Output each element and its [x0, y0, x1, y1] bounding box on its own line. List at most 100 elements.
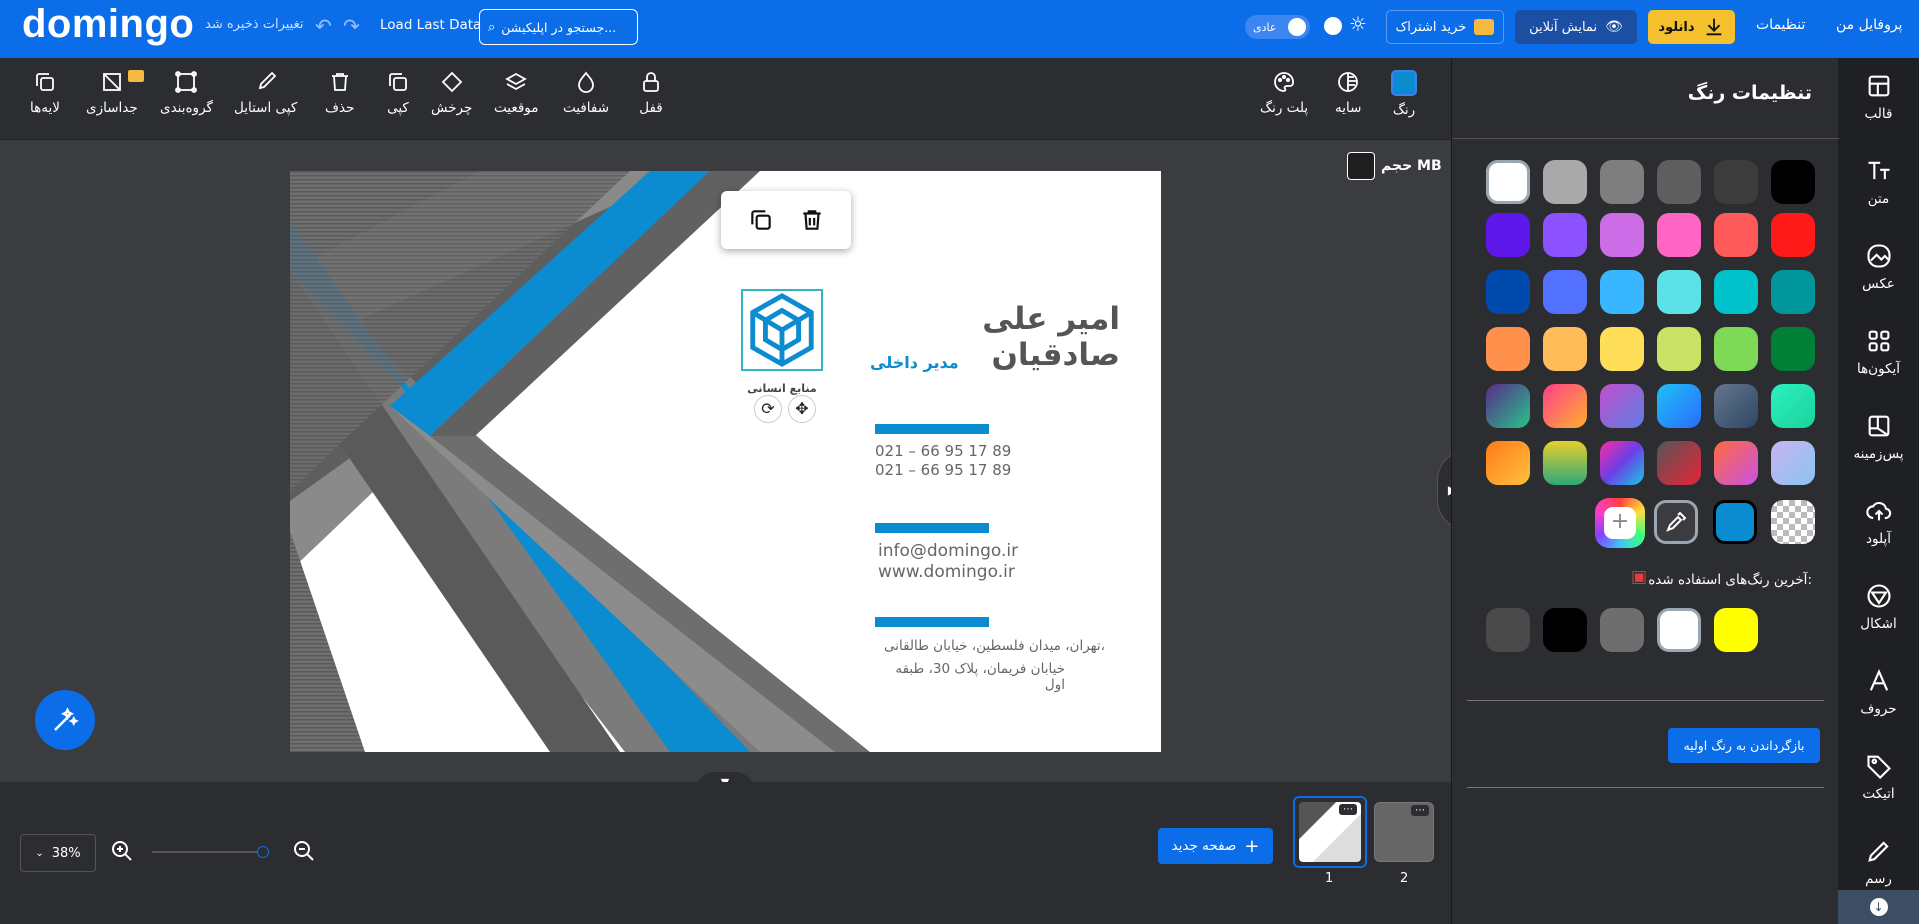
recent-color-swatch[interactable]	[1486, 608, 1530, 652]
duplicate-icon[interactable]	[748, 207, 774, 233]
phone-2[interactable]: 021 – 66 95 17 89	[875, 461, 1011, 479]
color-swatch[interactable]	[1657, 327, 1701, 371]
gradient-swatch[interactable]	[1600, 384, 1644, 428]
color-swatch[interactable]	[1543, 270, 1587, 314]
color-button[interactable]: رنگ	[1391, 70, 1417, 118]
gradient-swatch[interactable]	[1714, 384, 1758, 428]
reset-color-button[interactable]: بازگرداندن به رنگ اولیه	[1668, 728, 1820, 763]
clear-history-icon[interactable]: ▣	[1631, 567, 1647, 587]
color-swatch[interactable]	[1600, 213, 1644, 257]
sidebar-item-template[interactable]: قالب	[1838, 72, 1919, 122]
eyedropper-button[interactable]	[1654, 500, 1698, 544]
color-swatch[interactable]	[1657, 213, 1701, 257]
redo-icon[interactable]: ↷	[343, 14, 360, 38]
thumbnail-1-menu-icon[interactable]: ⋯	[1339, 804, 1357, 815]
gradient-swatch[interactable]	[1714, 441, 1758, 485]
color-swatch[interactable]	[1543, 327, 1587, 371]
new-page-button[interactable]: صفحه جدید +	[1158, 828, 1273, 864]
color-swatch[interactable]	[1600, 270, 1644, 314]
sidebar-item-letters[interactable]: حروف	[1838, 667, 1919, 717]
sidebar-scroll-down-button[interactable]: ↓	[1838, 890, 1919, 924]
color-swatch[interactable]	[1771, 327, 1815, 371]
sidebar-item-text[interactable]: متن	[1838, 157, 1919, 207]
download-button[interactable]: دانلود	[1648, 10, 1735, 44]
magic-wand-button[interactable]	[35, 690, 95, 750]
page-thumbnail-2[interactable]: ⋯	[1374, 802, 1434, 862]
color-swatch[interactable]	[1543, 160, 1587, 204]
thumbnail-2-menu-icon[interactable]: ⋯	[1411, 805, 1429, 816]
group-button[interactable]: گروه‌بندی	[160, 70, 213, 116]
gradient-swatch[interactable]	[1771, 384, 1815, 428]
color-swatch[interactable]	[1714, 213, 1758, 257]
color-swatch[interactable]	[1486, 327, 1530, 371]
page-thumbnail-1[interactable]: ⋯	[1293, 796, 1367, 868]
profile-link[interactable]: پروفایل من	[1836, 17, 1902, 33]
color-swatch[interactable]	[1486, 270, 1530, 314]
color-swatch[interactable]	[1714, 327, 1758, 371]
color-swatch[interactable]	[1600, 160, 1644, 204]
sidebar-item-photo[interactable]: عکس	[1838, 242, 1919, 292]
settings-link[interactable]: تنظیمات	[1756, 17, 1805, 33]
color-swatch[interactable]	[1714, 160, 1758, 204]
online-preview-button[interactable]: نمایش آنلاین 👁	[1515, 10, 1637, 44]
gradient-swatch[interactable]	[1657, 384, 1701, 428]
gradient-swatch[interactable]	[1657, 441, 1701, 485]
recent-color-swatch[interactable]	[1543, 608, 1587, 652]
zoom-slider-thumb[interactable]	[257, 846, 269, 858]
color-swatch[interactable]	[1486, 213, 1530, 257]
gradient-swatch[interactable]	[1543, 384, 1587, 428]
selected-logo[interactable]	[741, 289, 823, 371]
sun-icon[interactable]: ☼	[1349, 12, 1367, 36]
color-swatch[interactable]	[1600, 327, 1644, 371]
undo-icon[interactable]: ↶	[315, 14, 332, 38]
color-swatch[interactable]	[1771, 270, 1815, 314]
lock-button[interactable]: قفل	[639, 70, 663, 116]
color-swatch[interactable]	[1486, 160, 1530, 204]
recent-color-swatch[interactable]	[1714, 608, 1758, 652]
add-custom-color-button[interactable]: +	[1595, 498, 1645, 548]
color-swatch[interactable]	[1771, 160, 1815, 204]
copy-style-button[interactable]: کپی استایل	[234, 70, 297, 116]
business-card-canvas[interactable]: منابع انسانی ⟳ ✥ امیر علی صادقیان مدیر د…	[290, 171, 1161, 752]
card-job-title[interactable]: مدیر داخلی	[870, 353, 959, 372]
sidebar-item-upload[interactable]: آپلود	[1838, 497, 1919, 547]
gradient-swatch[interactable]	[1771, 441, 1815, 485]
trash-icon[interactable]	[799, 207, 825, 233]
gradient-swatch[interactable]	[1600, 441, 1644, 485]
color-swatch[interactable]	[1657, 160, 1701, 204]
card-email[interactable]: info@domingo.ir	[878, 541, 1018, 561]
delete-button[interactable]: حذف	[325, 70, 354, 116]
sidebar-item-shapes[interactable]: اشکال	[1838, 582, 1919, 632]
opacity-button[interactable]: شفافیت	[563, 70, 609, 116]
card-website[interactable]: www.domingo.ir	[878, 562, 1015, 582]
sidebar-item-background[interactable]: پس‌زمینه	[1838, 412, 1919, 462]
rotate-button[interactable]: چرخش	[431, 70, 472, 116]
move-handle[interactable]: ✥	[788, 395, 816, 423]
selected-color-swatch[interactable]	[1713, 500, 1757, 544]
rotate-handle[interactable]: ⟳	[754, 395, 782, 423]
copy-button[interactable]: کپی	[386, 70, 410, 116]
recent-color-swatch[interactable]	[1600, 608, 1644, 652]
shadow-button[interactable]: سایه	[1335, 70, 1361, 116]
color-swatch[interactable]	[1771, 213, 1815, 257]
zoom-out-icon[interactable]	[292, 839, 316, 863]
zoom-in-icon[interactable]	[110, 839, 134, 863]
position-button[interactable]: موقعیت	[494, 70, 539, 116]
color-swatch[interactable]	[1543, 213, 1587, 257]
mode-toggle[interactable]: عادی	[1245, 15, 1310, 39]
load-last-data-button[interactable]: Load Last Data	[380, 17, 481, 33]
address-line-2[interactable]: خیابان فریمان، پلاک 30، طبقه اول	[875, 661, 1065, 693]
subscribe-button[interactable]: خرید اشتراک	[1386, 10, 1504, 44]
zoom-select[interactable]: ⌄ 38%	[20, 834, 96, 872]
sidebar-item-icons[interactable]: آیکون‌ها	[1838, 327, 1919, 377]
address-line-1[interactable]: تهران، میدان فلسطین، خیابان طالقانی،	[875, 638, 1105, 654]
color-swatch[interactable]	[1657, 270, 1701, 314]
color-swatch[interactable]	[1714, 270, 1758, 314]
zoom-slider-track[interactable]	[152, 851, 265, 853]
sidebar-item-draw[interactable]: رسم	[1838, 837, 1919, 897]
palette-button[interactable]: پلت رنگ	[1260, 70, 1308, 116]
gradient-swatch[interactable]	[1486, 441, 1530, 485]
search-input[interactable]: ⌕ جستجو در اپلیکیشن...	[479, 9, 638, 45]
recent-color-swatch[interactable]	[1657, 608, 1701, 652]
phone-1[interactable]: 021 – 66 95 17 89	[875, 442, 1011, 460]
